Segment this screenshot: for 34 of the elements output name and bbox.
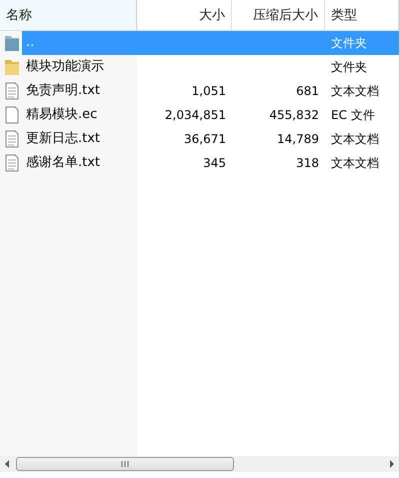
file-name[interactable]: 更新日志.txt: [24, 127, 137, 151]
file-type: 文本文档: [331, 130, 379, 148]
column-header[interactable]: 压缩后大小: [232, 0, 325, 30]
horizontal-scrollbar[interactable]: [0, 456, 399, 472]
scrollbar-thumb[interactable]: [16, 457, 234, 471]
text-file-icon: [4, 154, 20, 172]
file-type: 文件夹: [331, 58, 367, 76]
file-type: 文本文档: [331, 82, 379, 100]
compressed-size: 14,789: [277, 132, 319, 146]
folder-icon: [4, 34, 20, 52]
text-file-icon: [4, 130, 20, 148]
file-type: 文本文档: [331, 154, 379, 172]
file-size: 1,051: [192, 84, 226, 98]
grip-icon: [121, 460, 129, 468]
scroll-left-icon[interactable]: [4, 460, 10, 468]
column-header[interactable]: 名称: [0, 0, 137, 30]
file-icon: [4, 106, 20, 124]
file-size: 345: [203, 156, 226, 170]
file-name[interactable]: 模块功能演示: [24, 55, 137, 79]
compressed-size: 681: [296, 84, 319, 98]
file-size: 2,034,851: [164, 108, 226, 122]
file-name[interactable]: 感谢名单.txt: [24, 151, 137, 175]
column-header[interactable]: 类型: [325, 0, 399, 30]
folder-icon: [4, 58, 20, 76]
compressed-size: 455,832: [269, 108, 319, 122]
file-name[interactable]: 免责声明.txt: [24, 79, 137, 103]
file-size: 36,671: [184, 132, 226, 146]
text-file-icon: [4, 82, 20, 100]
file-type: EC 文件: [331, 106, 375, 124]
file-type: 文件夹: [331, 34, 367, 52]
scroll-right-icon[interactable]: [389, 460, 395, 468]
compressed-size: 318: [296, 156, 319, 170]
column-header[interactable]: 大小: [137, 0, 232, 30]
file-name[interactable]: 精易模块.ec: [24, 103, 137, 127]
